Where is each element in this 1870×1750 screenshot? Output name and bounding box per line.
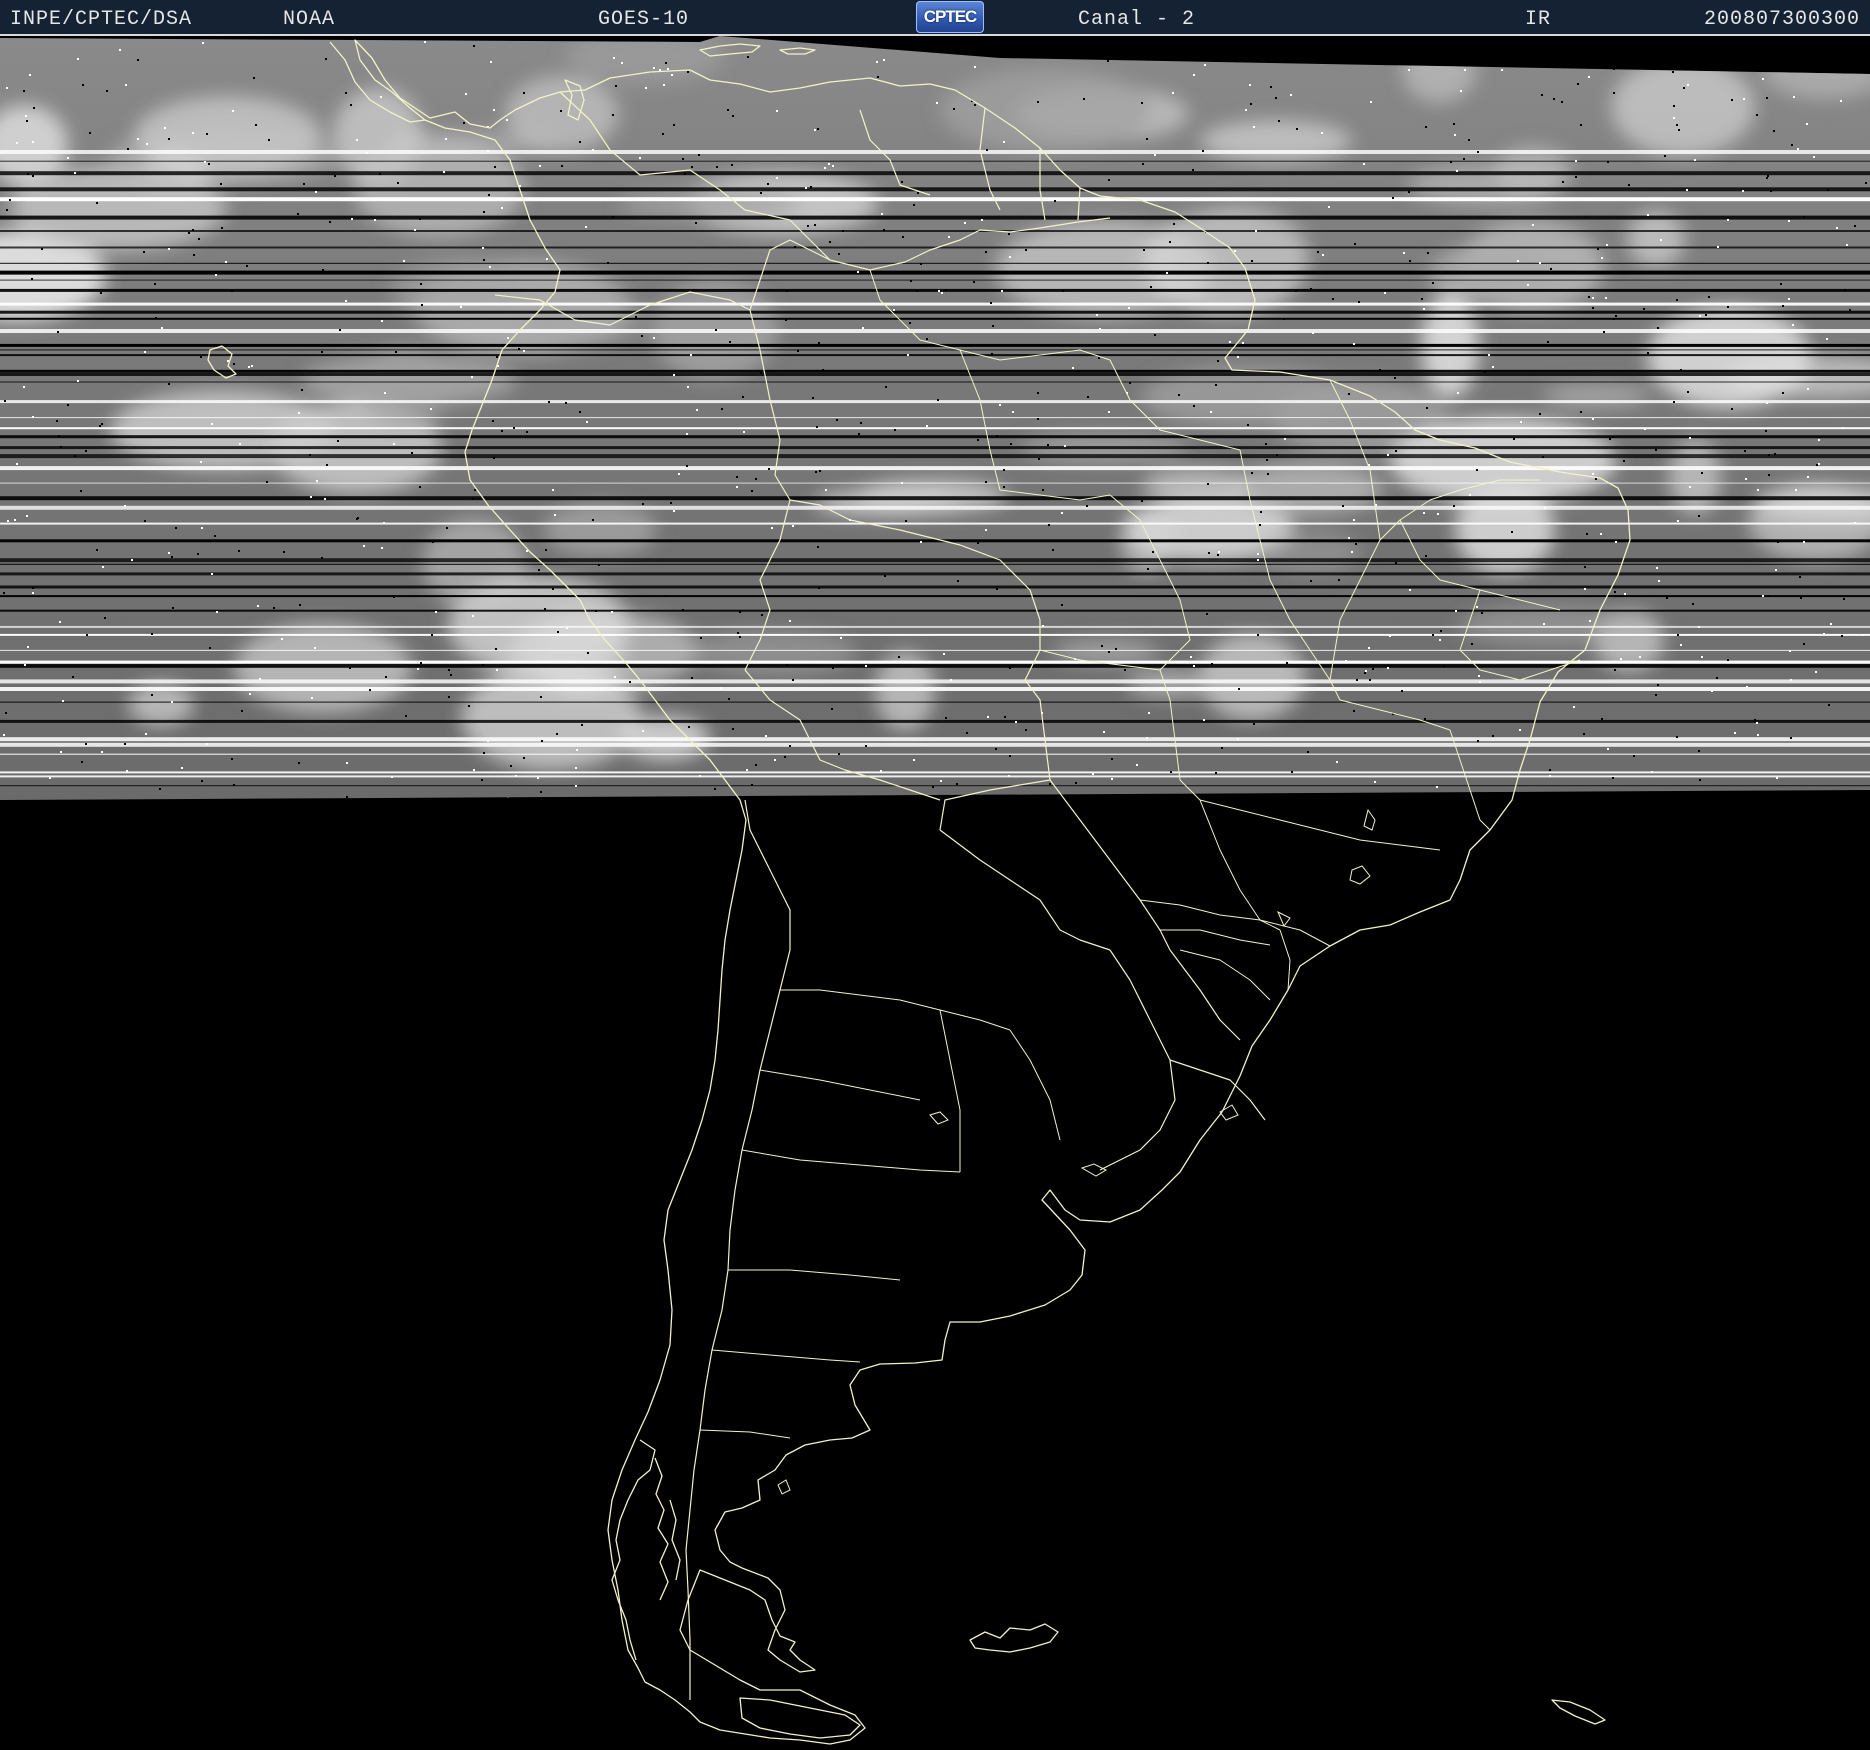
image-header-bar: INPE/CPTEC/DSA NOAA GOES-10 CPTEC Canal … bbox=[0, 0, 1870, 36]
organization-label: INPE/CPTEC/DSA bbox=[10, 8, 193, 31]
band-label: IR bbox=[1525, 8, 1552, 31]
satellite-map bbox=[0, 36, 1870, 1750]
timestamp-label: 200807300300 bbox=[1703, 8, 1860, 31]
satellite-label: GOES-10 bbox=[598, 8, 690, 31]
cptec-logo-text: CPTEC bbox=[923, 7, 978, 26]
channel-label: Canal - 2 bbox=[1078, 8, 1196, 31]
infrared-imagery-band bbox=[0, 36, 1870, 800]
cptec-logo: CPTEC bbox=[916, 1, 984, 33]
agency-label: NOAA bbox=[283, 8, 336, 31]
